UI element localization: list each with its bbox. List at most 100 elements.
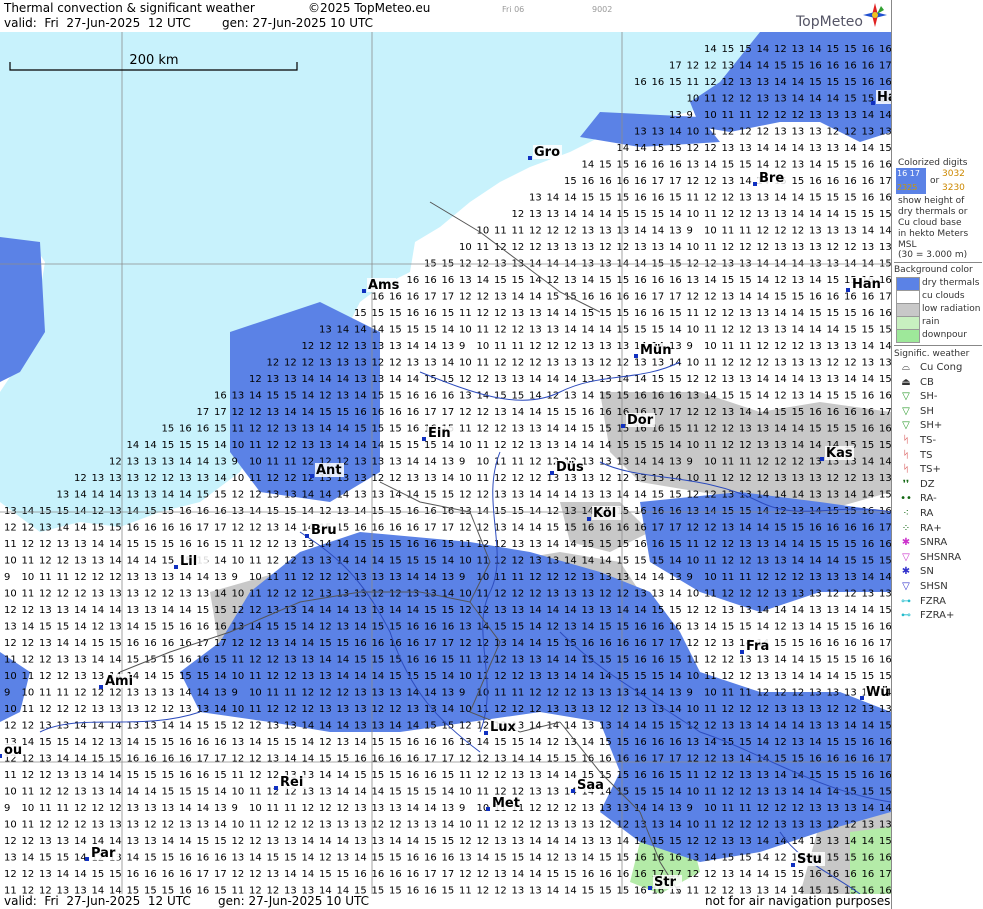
thermal-height-digit: 13 xyxy=(302,440,315,451)
thermal-height-digit: 12 xyxy=(319,391,332,402)
thermal-height-digit: 13 xyxy=(39,754,52,765)
thermal-height-digit: 13 xyxy=(862,127,875,138)
thermal-height-digit: 14 xyxy=(337,655,350,666)
thermal-height-digit: 13 xyxy=(809,605,822,616)
city-marker xyxy=(634,354,638,358)
thermal-height-digit: 12 xyxy=(284,671,297,682)
thermal-height-digit: 14 xyxy=(862,143,875,154)
thermal-height-digit: 14 xyxy=(669,325,682,336)
thermal-height-digit: 14 xyxy=(862,490,875,501)
thermal-height-digit: 17 xyxy=(879,754,891,765)
thermal-height-digit: 13 xyxy=(582,704,595,715)
thermal-height-digit: 12 xyxy=(372,358,385,369)
thermal-height-digit: 15 xyxy=(179,787,192,798)
thermal-height-digit: 14 xyxy=(354,506,367,517)
thermal-height-digit: 15 xyxy=(162,655,175,666)
thermal-height-digit: 13 xyxy=(582,341,595,352)
thermal-height-digit: 13 xyxy=(354,490,367,501)
thermal-height-digit: 13 xyxy=(809,341,822,352)
thermal-height-digit: 13 xyxy=(267,374,280,385)
thermal-height-digit: 14 xyxy=(862,605,875,616)
thermal-height-digit: 15 xyxy=(809,77,822,88)
thermal-height-digit: 13 xyxy=(722,836,735,847)
thermal-height-digit: 16 xyxy=(879,853,891,864)
thermal-height-digit: 15 xyxy=(109,523,122,534)
thermal-height-digit: 13 xyxy=(582,358,595,369)
thermal-height-digit: 12 xyxy=(249,721,262,732)
thermal-height-digit: 12 xyxy=(687,407,700,418)
thermal-height-digit: 13 xyxy=(459,737,472,748)
thermal-height-digit: 14 xyxy=(879,457,891,468)
thermal-height-digit: 13 xyxy=(144,836,157,847)
thermal-height-digit: 14 xyxy=(774,770,787,781)
thermal-height-digit: 14 xyxy=(599,209,612,220)
thermal-height-digit: 16 xyxy=(634,506,647,517)
thermal-height-digit: 13 xyxy=(827,490,840,501)
thermal-height-digit: 13 xyxy=(757,94,770,105)
thermal-height-digit: 14 xyxy=(214,440,227,451)
thermal-height-digit: 16 xyxy=(652,308,665,319)
thermal-height-digit: 15 xyxy=(442,655,455,666)
thermal-height-digit: 12 xyxy=(57,556,70,567)
thermal-height-digit: 16 xyxy=(652,77,665,88)
thermal-height-digit: 14 xyxy=(144,556,157,567)
thermal-height-digit: 10 xyxy=(459,440,472,451)
thermal-height-digit: 15 xyxy=(564,176,577,187)
thermal-height-digit: 15 xyxy=(319,754,332,765)
thermal-height-digit: 13 xyxy=(774,671,787,682)
thermal-height-digit: 11 xyxy=(704,787,717,798)
thermal-height-digit: 12 xyxy=(739,242,752,253)
thermal-height-digit: 12 xyxy=(267,440,280,451)
thermal-height-digit: 14 xyxy=(617,605,630,616)
thermal-height-digit: 10 xyxy=(687,127,700,138)
thermal-height-digit: 14 xyxy=(792,655,805,666)
digits-desc-3: Cu cloud base xyxy=(898,218,962,228)
thermal-height-digit: 15 xyxy=(844,193,857,204)
thermal-height-digit: 14 xyxy=(652,226,665,237)
thermal-height-digit: 15 xyxy=(844,770,857,781)
thermal-height-digit: 14 xyxy=(792,787,805,798)
thermal-height-digit: 16 xyxy=(809,754,822,765)
thermal-height-digit: 12 xyxy=(704,869,717,880)
thermal-height-digit: 15 xyxy=(39,737,52,748)
thermal-height-digit: 12 xyxy=(757,803,770,814)
thermal-height-digit: 14 xyxy=(792,490,805,501)
thermal-height-digit: 13 xyxy=(319,440,332,451)
thermal-height-digit: 15 xyxy=(407,787,420,798)
thermal-height-digit: 12 xyxy=(249,886,262,895)
thermal-height-digit: 13 xyxy=(757,325,770,336)
thermal-height-digit: 14 xyxy=(792,77,805,88)
thermal-height-digit: 15 xyxy=(389,886,402,895)
thermal-height-digit: 12 xyxy=(722,589,735,600)
thermal-height-digit: 12 xyxy=(687,605,700,616)
city-bru: Bru xyxy=(305,523,339,538)
thermal-height-digit: 13 xyxy=(302,556,315,567)
thermal-height-digit: 15 xyxy=(652,556,665,567)
thermal-height-digit: 17 xyxy=(442,523,455,534)
thermal-height-digit: 10 xyxy=(4,787,17,798)
thermal-height-digit: 13 xyxy=(757,655,770,666)
drizzle-icon: ❜❜ xyxy=(902,478,910,490)
thermal-height-digit: 13 xyxy=(669,457,682,468)
thermal-height-digit: 12 xyxy=(459,407,472,418)
thermal-height-digit: 14 xyxy=(337,424,350,435)
thermal-height-digit: 13 xyxy=(547,209,560,220)
thermal-height-digit: 12 xyxy=(459,721,472,732)
thermal-height-digit: 13 xyxy=(582,803,595,814)
thermal-height-digit: 13 xyxy=(144,490,157,501)
thermal-height-digit: 16 xyxy=(197,506,210,517)
wx-label: DZ xyxy=(920,478,935,490)
thermal-height-digit: 13 xyxy=(879,127,891,138)
map-title: Thermal convection & significant weather xyxy=(4,1,255,15)
thermal-height-digit: 14 xyxy=(599,671,612,682)
thermal-height-digit: 12 xyxy=(792,457,805,468)
thermal-height-digit: 13 xyxy=(529,787,542,798)
weather-map[interactable]: 14 15 15 14 12 13 14 15 15 16 16 17 12 12 13 14 14 15 15 16… xyxy=(0,32,891,894)
thermal-height-digit: 13 xyxy=(547,820,560,831)
thermal-height-digit: 12 xyxy=(494,424,507,435)
thermal-height-digit: 13 xyxy=(319,820,332,831)
thermal-height-digit: 13 xyxy=(267,407,280,418)
thermal-height-digit: 13 xyxy=(879,473,891,484)
thermal-height-digit: 12 xyxy=(529,589,542,600)
thermal-height-digit: 11 xyxy=(739,226,752,237)
